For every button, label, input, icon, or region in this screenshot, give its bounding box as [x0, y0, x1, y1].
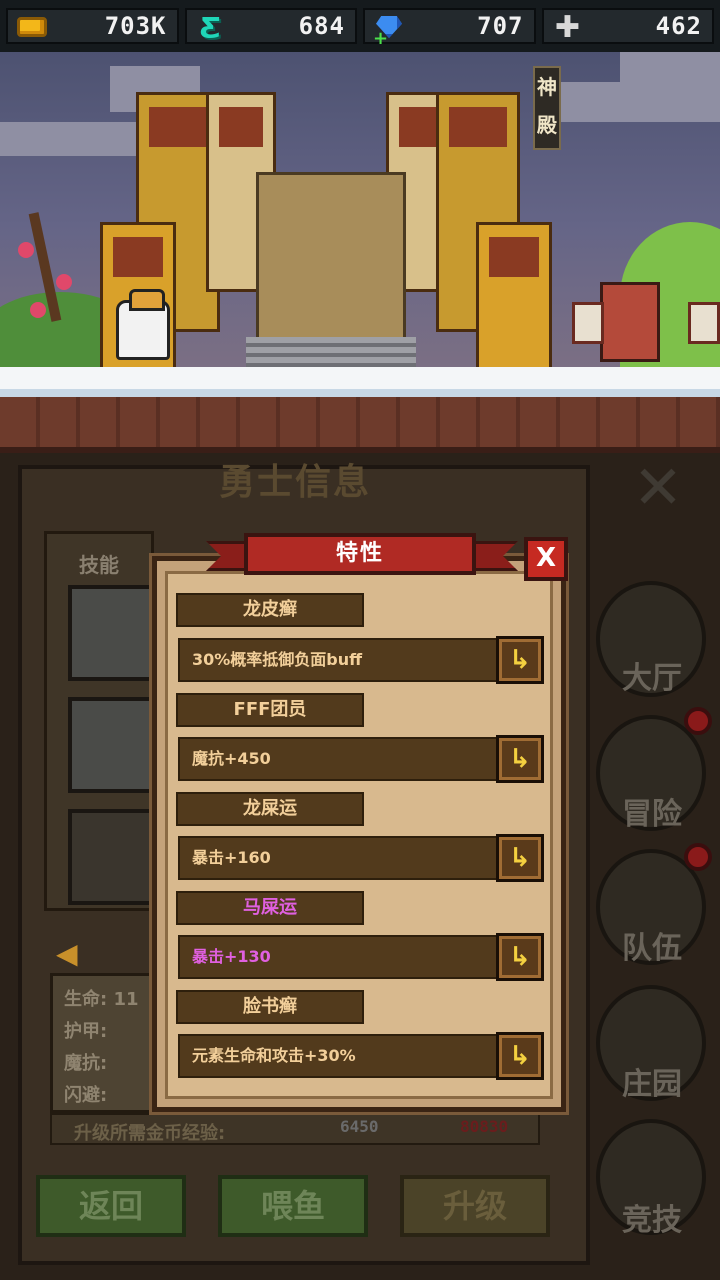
exp-cost: 80830 [460, 1117, 509, 1136]
gem-value: 707 [477, 12, 524, 40]
nav-manor-label: 庄园 [622, 1067, 682, 1102]
trait-description: 暴击+160 [178, 836, 498, 880]
skill-slot[interactable] [68, 697, 158, 793]
trait-description: 30%概率抵御负面buff [178, 638, 498, 682]
stat-hp: 生命: 11 [64, 989, 139, 1010]
gem-icon: + [371, 14, 407, 49]
totem-pole [476, 222, 552, 367]
blossom [18, 242, 34, 258]
reroll-trait-button[interactable]: ↳ [496, 834, 544, 882]
trait-name: 龙屎运 [176, 792, 364, 826]
trait-name: FFF团员 [176, 693, 364, 727]
traits-title: 特性 [244, 533, 476, 575]
cross-value: 462 [655, 12, 702, 40]
blossom [30, 302, 46, 318]
arrow-left-icon[interactable]: ◀ [56, 937, 78, 970]
snow-ground [0, 367, 720, 397]
fish-currency-icon: Ƹ [199, 10, 222, 44]
cloud [620, 52, 720, 82]
nav-team-label: 队伍 [622, 931, 682, 966]
temple-sign: 神殿 [533, 66, 561, 150]
crossed-swords-icon: ✕ [632, 453, 684, 523]
temple-scene: 神殿 [0, 52, 720, 367]
stat-armor: 护甲: [64, 1021, 108, 1042]
reroll-arrow-icon: ↳ [509, 843, 531, 873]
reroll-arrow-icon: ↳ [509, 744, 531, 774]
nav-adventure-label: 冒险 [622, 797, 682, 832]
cloud [560, 82, 720, 122]
reroll-arrow-icon: ↳ [509, 1041, 531, 1071]
enemy-character [600, 282, 660, 362]
fish-value: 684 [298, 12, 345, 40]
reroll-trait-button[interactable]: ↳ [496, 1032, 544, 1080]
close-icon: X [535, 543, 557, 573]
stat-magic-resist: 魔抗: [64, 1053, 108, 1074]
notification-dot [684, 707, 712, 735]
stat-dodge: 闪避: [64, 1085, 108, 1106]
locked-skill-slot[interactable] [68, 809, 158, 905]
panel-title: 勇士信息 [218, 462, 371, 503]
gold-value: 703K [104, 12, 167, 40]
trait-name: 龙皮癣 [176, 593, 364, 627]
reroll-arrow-icon: ↳ [509, 645, 531, 675]
trait-description: 暴击+130 [178, 935, 498, 979]
feed-fish-button[interactable]: 喂鱼 [218, 1175, 368, 1237]
reroll-trait-button[interactable]: ↳ [496, 636, 544, 684]
blossom [56, 274, 72, 290]
cross-counter[interactable]: ✚ 462 [541, 8, 714, 45]
trait-name: 马屎运 [176, 891, 364, 925]
exp-value: 6450 [340, 1117, 379, 1136]
trait-description: 魔抗+450 [178, 737, 498, 781]
fish-counter[interactable]: Ƹ 684 [184, 8, 357, 44]
reroll-trait-button[interactable]: ↳ [496, 933, 544, 981]
gold-coin-icon [14, 14, 50, 40]
reroll-arrow-icon: ↳ [509, 942, 531, 972]
resource-bar: 703K Ƹ 684 + 707 ✚ 462 [0, 0, 720, 52]
back-button[interactable]: 返回 [36, 1175, 186, 1237]
dirt-ground [0, 397, 720, 453]
notification-dot [684, 843, 712, 871]
gold-counter[interactable]: 703K [6, 8, 179, 44]
temple-stairs [246, 337, 416, 367]
reroll-trait-button[interactable]: ↳ [496, 735, 544, 783]
gem-counter[interactable]: + 707 [363, 8, 536, 49]
close-button[interactable]: X [524, 537, 568, 581]
nav-hall-label: 大厅 [622, 661, 682, 696]
hero-character[interactable] [116, 289, 170, 360]
shield-icon [688, 302, 720, 344]
trait-name: 脸书癣 [176, 990, 364, 1024]
upgrade-button[interactable]: 升级 [400, 1175, 550, 1237]
shield-icon [572, 302, 604, 344]
trait-description: 元素生命和攻击+30% [178, 1034, 498, 1078]
skill-label: 技能 [79, 553, 119, 577]
cross-icon: ✚ [554, 9, 581, 45]
skill-slot[interactable] [68, 585, 158, 681]
nav-arena-label: 竞技 [622, 1203, 682, 1238]
